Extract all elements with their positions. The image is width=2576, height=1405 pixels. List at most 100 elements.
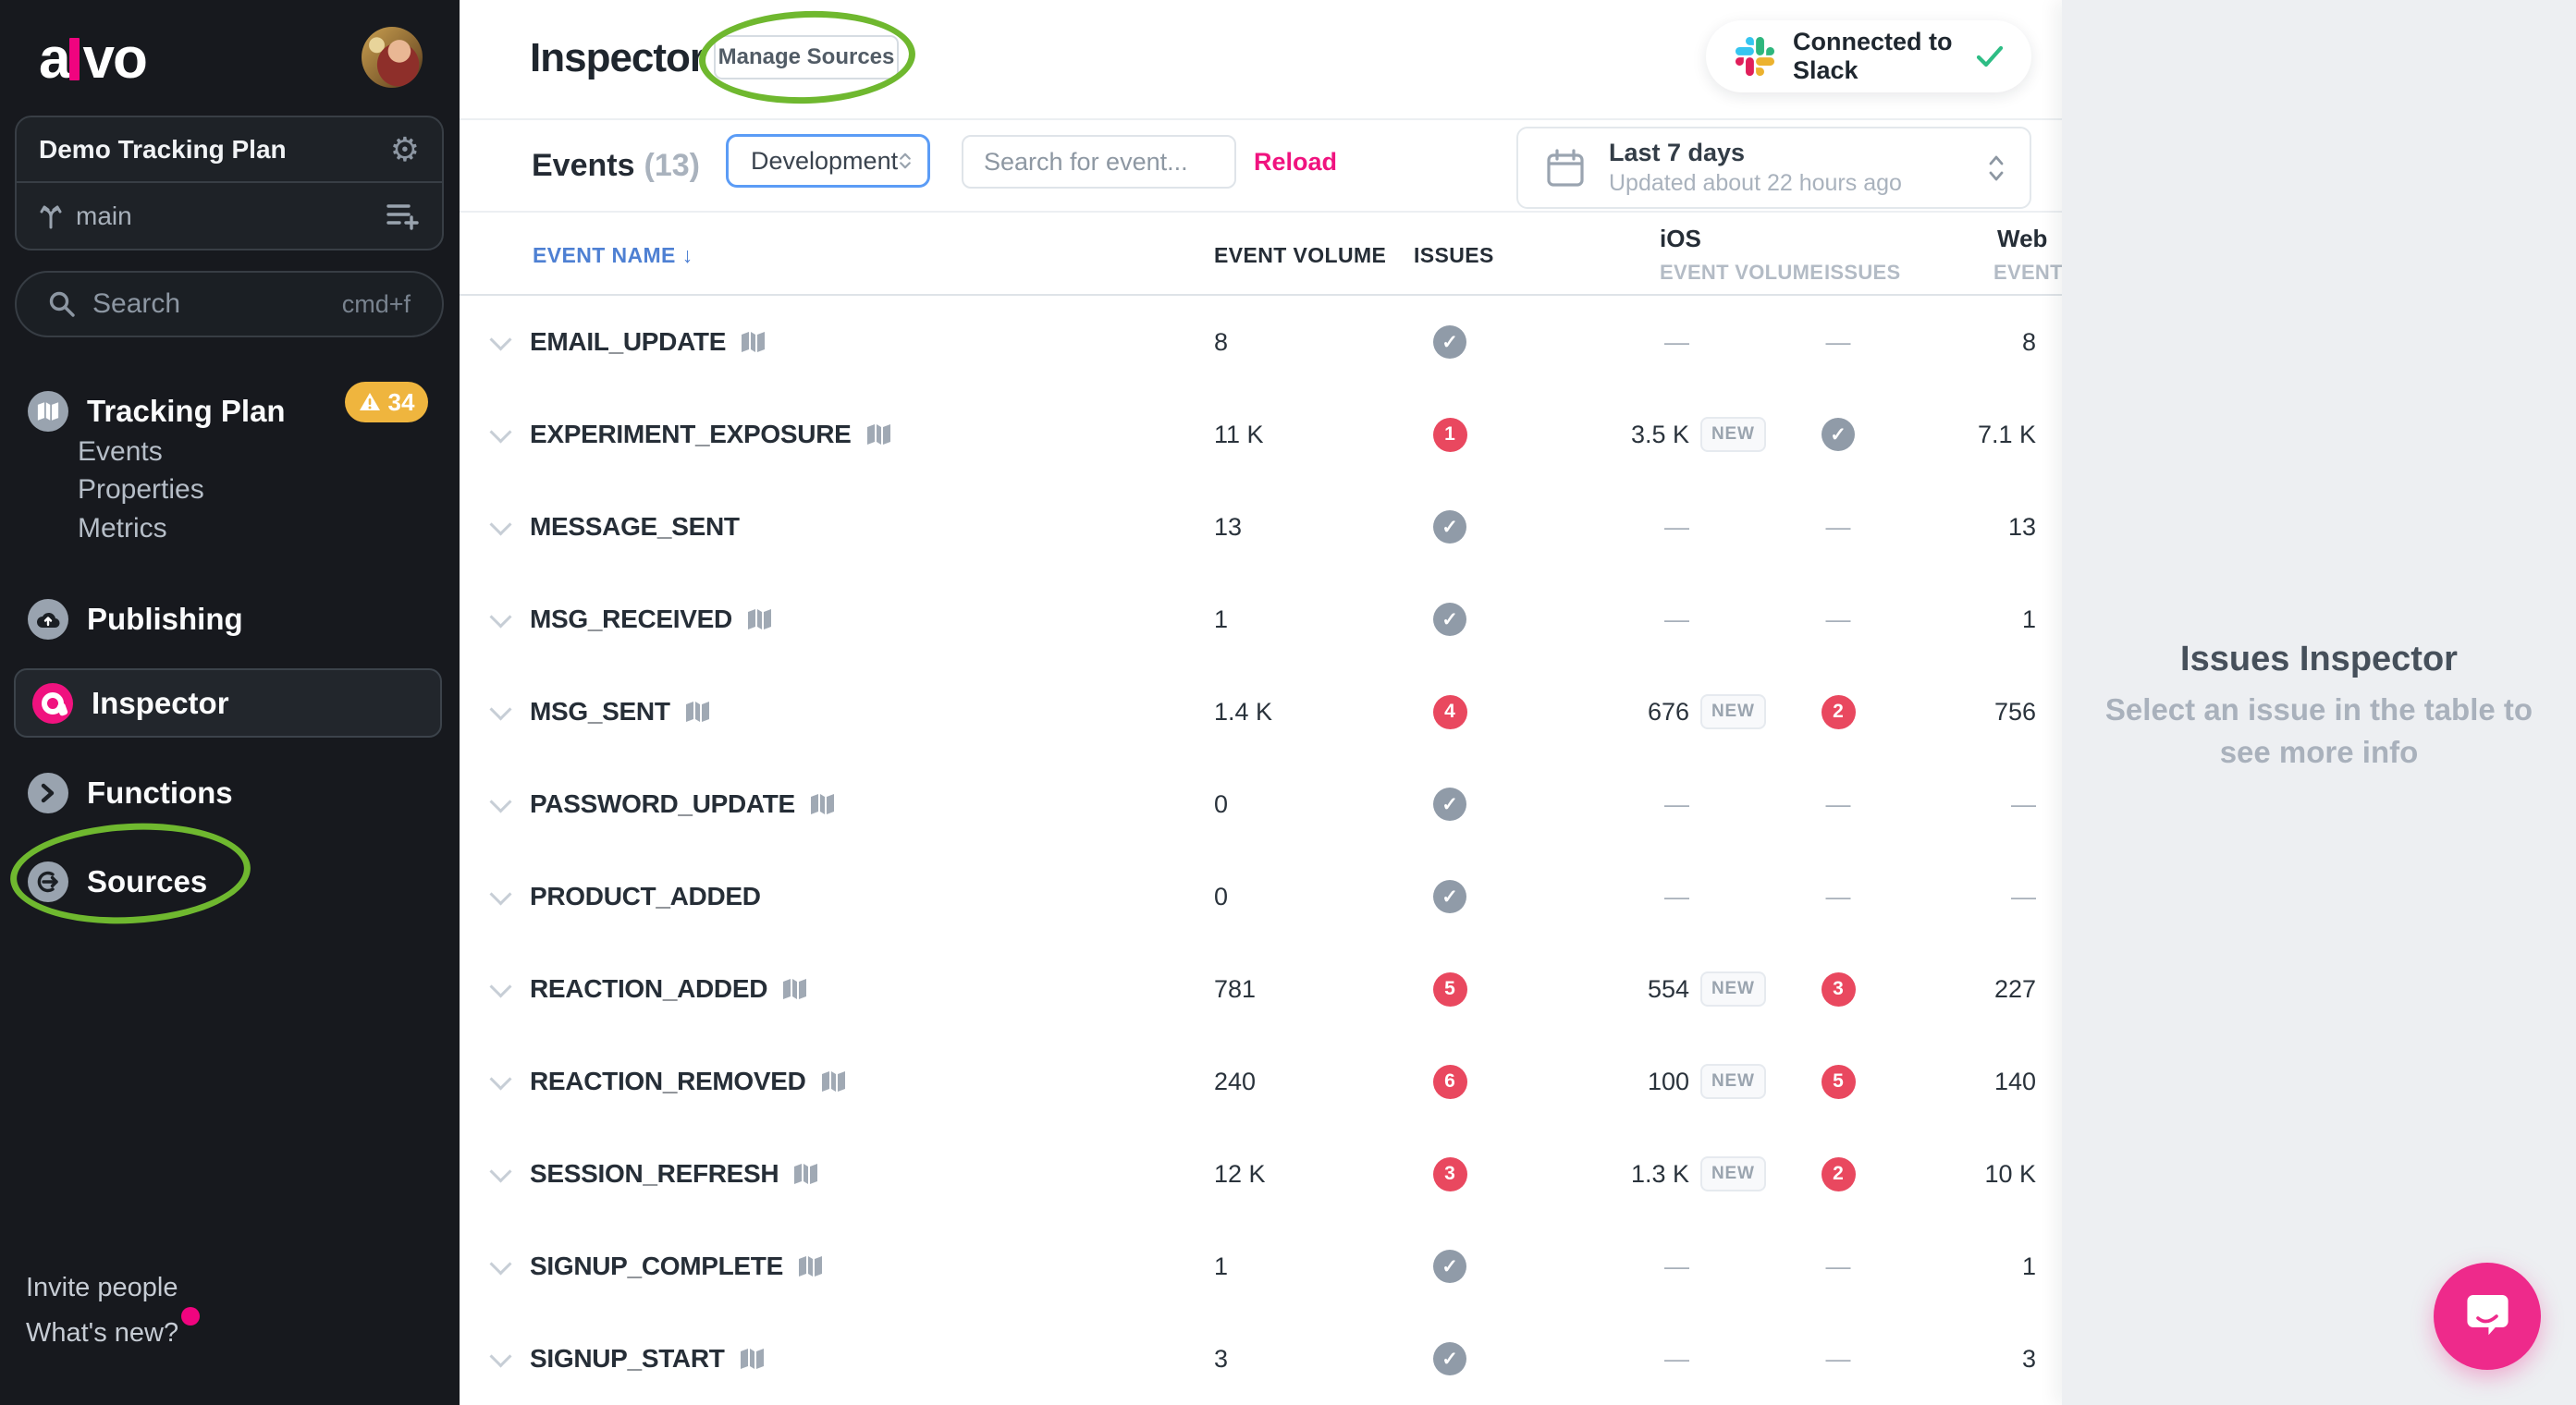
issue-count-badge[interactable]: 5 [1822,1065,1856,1099]
date-range-value: Last 7 days [1609,139,1963,167]
add-branch-icon[interactable] [386,202,420,231]
empty-value-dash: — [1664,1345,1689,1374]
event-table-row[interactable]: PASSWORD_UPDATE0✓——— [460,758,2062,850]
event-table-row[interactable]: PRODUCT_ADDED0✓——— [460,850,2062,943]
event-volume: 240 [1214,1068,1256,1095]
sidebar-item-inspector[interactable]: Inspector [14,668,442,738]
column-header-ios-event-volume[interactable]: EVENT VOLUME [1660,261,1823,285]
event-table-row[interactable]: SIGNUP_START3✓——3 [460,1313,2062,1405]
event-name[interactable]: MSG_RECEIVED [530,605,732,634]
column-header-web-event-volume[interactable]: EVENT VOLUME [1993,261,2062,285]
column-header-issues[interactable]: ISSUES [1414,243,1494,268]
invite-people-link[interactable]: Invite people [26,1273,178,1303]
column-header-event-name[interactable]: EVENT NAME ↓ [533,243,693,268]
empty-value-dash: — [2011,790,2036,819]
empty-value-dash: — [1826,790,1851,819]
event-table-row[interactable]: EMAIL_UPDATE8✓——8 [460,296,2062,388]
row-expand-chevron-icon[interactable] [489,421,511,443]
empty-value-dash: — [1826,883,1851,911]
event-table-row[interactable]: MSG_SENT1.4 K4676NEW2756 [460,666,2062,758]
event-name[interactable]: MSG_SENT [530,697,670,727]
issue-count-badge[interactable]: 3 [1433,1157,1467,1191]
sidebar-item-metrics[interactable]: Metrics [78,513,167,544]
warning-count-badge[interactable]: 34 [345,382,428,422]
column-header-ios-issues[interactable]: ISSUES [1824,261,1901,285]
event-name[interactable]: SESSION_REFRESH [530,1159,779,1189]
event-table-row[interactable]: MSG_RECEIVED1✓——1 [460,573,2062,666]
row-expand-chevron-icon[interactable] [489,1160,511,1182]
issue-count-badge[interactable]: 1 [1433,418,1467,452]
sidebar-item-functions[interactable]: Functions [0,764,460,823]
web-event-volume: 140 [1994,1068,2036,1096]
row-expand-chevron-icon[interactable] [489,975,511,997]
events-toolbar: Events(13) Development Reload Last 7 day… [460,120,2062,213]
web-event-volume: 1 [2022,1252,2036,1281]
event-name[interactable]: REACTION_REMOVED [530,1067,806,1096]
environment-value: Development [751,147,898,176]
event-name[interactable]: EMAIL_UPDATE [530,327,726,357]
issue-count-badge[interactable]: 3 [1822,972,1856,1007]
search-icon [48,290,76,318]
issue-count-badge[interactable]: 6 [1433,1065,1467,1099]
environment-select[interactable]: Development [726,134,930,188]
issue-count-badge[interactable]: 5 [1433,972,1467,1007]
manage-sources-button[interactable]: Manage Sources [714,35,899,79]
row-expand-chevron-icon[interactable] [489,513,511,535]
chat-launcher-button[interactable] [2434,1263,2541,1370]
row-expand-chevron-icon[interactable] [489,883,511,905]
event-volume: 1 [1214,1252,1228,1280]
column-header-event-volume[interactable]: EVENT VOLUME [1214,243,1386,268]
ios-event-volume: 1.3 K [1631,1160,1689,1189]
row-expand-chevron-icon[interactable] [489,1068,511,1090]
date-range-updated: Updated about 22 hours ago [1609,170,1963,197]
event-volume: 3 [1214,1345,1228,1373]
branch-row[interactable]: main [17,183,442,249]
slack-status-button[interactable]: Connected to Slack [1706,20,2031,92]
new-badge: NEW [1700,1156,1766,1191]
row-expand-chevron-icon[interactable] [489,328,511,350]
issue-count-badge[interactable]: 4 [1433,695,1467,729]
sidebar-search[interactable]: Search cmd+f [15,271,444,337]
issues-inspector-panel: Issues Inspector Select an issue in the … [2062,0,2576,1405]
sidebar-item-publishing[interactable]: Publishing [0,590,460,649]
event-name[interactable]: PRODUCT_ADDED [530,882,761,911]
avo-logo: avo [39,26,146,92]
row-expand-chevron-icon[interactable] [489,605,511,628]
event-name[interactable]: PASSWORD_UPDATE [530,789,795,819]
sidebar-item-sources[interactable]: Sources [0,852,460,911]
whats-new-link[interactable]: What's new? [26,1318,178,1349]
event-name[interactable]: REACTION_ADDED [530,974,767,1004]
event-table-row[interactable]: REACTION_ADDED7815554NEW3227 [460,943,2062,1035]
row-expand-chevron-icon[interactable] [489,698,511,720]
web-event-volume: 13 [2008,513,2036,542]
issue-count-badge[interactable]: 2 [1822,1157,1856,1191]
event-search-input[interactable] [962,135,1236,189]
warning-triangle-icon [359,392,381,412]
date-range-select[interactable]: Last 7 days Updated about 22 hours ago [1516,127,2031,209]
event-name-header-label: EVENT NAME [533,243,676,267]
event-table-row[interactable]: EXPERIMENT_EXPOSURE11 K13.5 KNEW✓7.1 K [460,388,2062,481]
empty-value-dash: — [1826,513,1851,542]
event-table-row[interactable]: REACTION_REMOVED2406100NEW5140 [460,1035,2062,1128]
avatar[interactable] [362,27,423,88]
event-name[interactable]: SIGNUP_COMPLETE [530,1252,783,1281]
chat-bubble-icon [2459,1288,2516,1345]
branch-name: main [76,202,386,231]
sidebar-item-events[interactable]: Events [78,436,163,468]
tracking-plan-map-icon [866,423,891,446]
workspace-row[interactable]: Demo Tracking Plan ⚙ [17,117,442,183]
row-expand-chevron-icon[interactable] [489,1345,511,1367]
sidebar-item-properties[interactable]: Properties [78,474,204,506]
no-issues-check-icon: ✓ [1822,418,1855,451]
issue-count-badge[interactable]: 2 [1822,695,1856,729]
gear-icon[interactable]: ⚙ [390,133,420,166]
event-name[interactable]: EXPERIMENT_EXPOSURE [530,420,852,449]
event-table-row[interactable]: SESSION_REFRESH12 K31.3 KNEW210 K [460,1128,2062,1220]
event-name[interactable]: SIGNUP_START [530,1344,725,1374]
event-name[interactable]: MESSAGE_SENT [530,512,740,542]
reload-link[interactable]: Reload [1254,148,1337,177]
row-expand-chevron-icon[interactable] [489,790,511,812]
event-table-row[interactable]: SIGNUP_COMPLETE1✓——1 [460,1220,2062,1313]
event-table-row[interactable]: MESSAGE_SENT13✓——13 [460,481,2062,573]
row-expand-chevron-icon[interactable] [489,1252,511,1275]
